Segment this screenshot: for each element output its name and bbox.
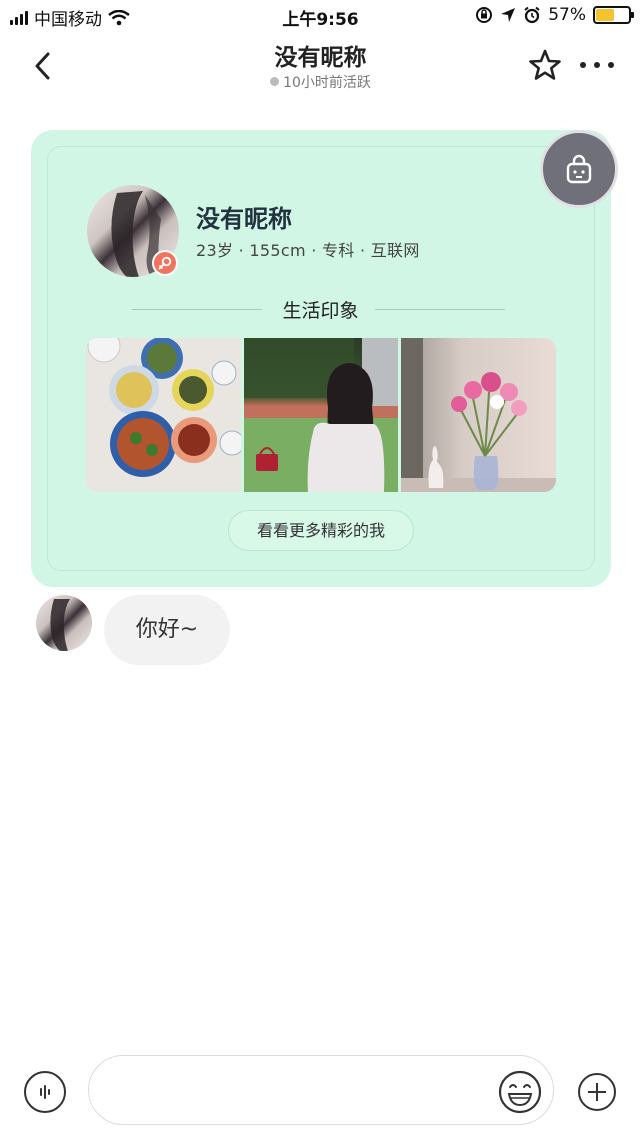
battery-percent: 57%: [548, 5, 586, 25]
active-status-text: 10小时前活跃: [283, 75, 371, 91]
photo-flower[interactable]: [401, 338, 556, 492]
star-icon: [529, 49, 561, 80]
photo-gallery: [86, 338, 556, 492]
female-icon: [158, 256, 172, 270]
alarm-icon: [524, 6, 540, 24]
more-photos-button[interactable]: 看看更多精彩的我: [228, 510, 414, 551]
battery-icon: [593, 6, 634, 24]
status-bar: 中国移动 上午9:56 57%: [0, 0, 641, 34]
lock-icon: [566, 154, 592, 184]
more-button[interactable]: [580, 58, 614, 72]
favorite-button[interactable]: [528, 48, 562, 82]
lock-button[interactable]: [540, 130, 618, 208]
more-icon: [580, 62, 586, 68]
profile-info: 23岁 · 155cm · 专科 · 互联网: [196, 241, 420, 260]
message-input[interactable]: [88, 1055, 554, 1125]
photo-food[interactable]: [86, 338, 241, 492]
voice-icon: [40, 1085, 50, 1099]
message-bubble: 你好~: [104, 595, 230, 665]
plus-button[interactable]: [578, 1073, 616, 1111]
location-icon: [501, 8, 516, 22]
battery-level: [596, 9, 615, 21]
chat-header: 没有昵称 10小时前活跃: [0, 34, 641, 100]
voice-button[interactable]: [24, 1071, 66, 1113]
section-title: 生活印象: [282, 300, 359, 322]
rotation-lock-icon: [476, 7, 493, 23]
active-dot: [270, 77, 280, 86]
emoji-icon: [498, 1070, 542, 1114]
emoji-button[interactable]: [498, 1070, 542, 1114]
gender-badge: [152, 250, 178, 276]
photo-girl[interactable]: [243, 338, 399, 492]
profile-name: 没有昵称: [196, 205, 292, 233]
sender-avatar[interactable]: [36, 595, 92, 651]
status-right: 57%: [475, 5, 634, 25]
section-divider-right: [375, 309, 505, 310]
